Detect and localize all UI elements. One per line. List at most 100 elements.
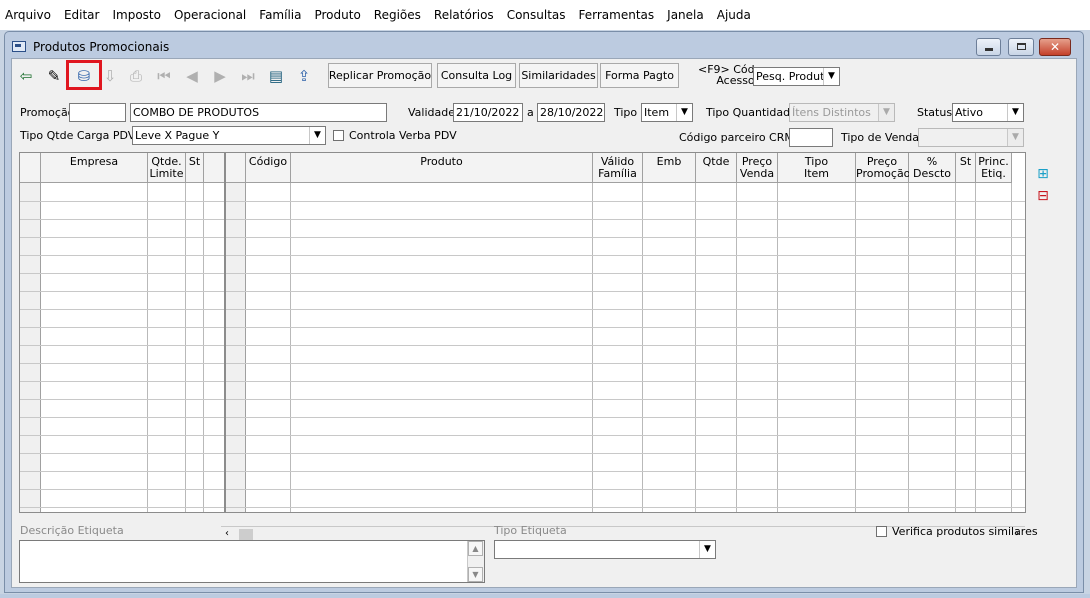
table-row xyxy=(226,435,1025,436)
chevron-down-icon[interactable]: ▼ xyxy=(823,68,839,85)
next-record-icon: ▶ xyxy=(214,66,226,85)
menu-produto[interactable]: Produto xyxy=(314,8,360,22)
minimize-button[interactable] xyxy=(976,38,1001,56)
previous-record-icon: ◀ xyxy=(186,66,198,85)
add-row-icon[interactable]: ⊞ xyxy=(1032,163,1054,185)
menu-janela[interactable]: Janela xyxy=(667,8,704,22)
princ-etiq-column xyxy=(976,183,1012,512)
exit-door-icon: ⇦ xyxy=(19,66,33,85)
promocao-description-input[interactable]: COMBO DE PRODUTOS xyxy=(130,103,387,122)
scroll-up-icon[interactable]: ▲ xyxy=(468,541,483,556)
download-button[interactable]: ⇩ xyxy=(98,63,122,88)
tipo-etiqueta-combo[interactable]: ▼ xyxy=(494,540,716,559)
print-button[interactable]: ⎙ xyxy=(124,63,148,88)
remove-row-icon[interactable]: ⊟ xyxy=(1032,185,1054,207)
close-button[interactable]: ✕ xyxy=(1039,38,1071,56)
menu-arquivo[interactable]: Arquivo xyxy=(5,8,51,22)
scroll-left-icon[interactable]: ‹ xyxy=(225,528,229,539)
menu-familia[interactable]: Família xyxy=(259,8,301,22)
status-combo[interactable]: Ativo ▼ xyxy=(952,103,1024,122)
column-header-princ-etiq[interactable]: Princ. Etiq. xyxy=(976,153,1012,183)
menu-ferramentas[interactable]: Ferramentas xyxy=(579,8,655,22)
empresa-grid[interactable]: Empresa Qtde. Limite St xyxy=(19,152,225,513)
validade-to-input[interactable]: 28/10/2022 xyxy=(537,103,605,122)
table-row xyxy=(20,201,224,202)
preco-venda-column xyxy=(737,183,778,512)
column-header-produto[interactable]: Produto xyxy=(291,153,593,183)
maximize-button[interactable] xyxy=(1008,38,1034,56)
column-header-emb[interactable]: Emb xyxy=(643,153,696,183)
tipo-qtde-carga-label: Tipo Qtde Carga PDV xyxy=(20,129,136,142)
replicar-promocao-button[interactable]: Replicar Promoção xyxy=(328,63,432,88)
column-header-tipo-item[interactable]: Tipo Item xyxy=(778,153,856,183)
list-button[interactable]: ▤ xyxy=(264,63,288,88)
column-header-valido-familia[interactable]: Válido Família xyxy=(593,153,643,183)
edit-button[interactable]: ✎ xyxy=(42,63,66,88)
table-row xyxy=(226,381,1025,382)
table-row xyxy=(226,417,1025,418)
column-header-preco-promocao[interactable]: Preço Promoção xyxy=(856,153,910,183)
tipo-quantidade-combo: Ítens Distintos ▼ xyxy=(789,103,895,122)
table-row xyxy=(20,327,224,328)
table-row xyxy=(20,309,224,310)
table-row xyxy=(226,201,1025,202)
table-row xyxy=(20,435,224,436)
validade-from-input[interactable]: 21/10/2022 xyxy=(453,103,523,122)
menu-relatorios[interactable]: Relatórios xyxy=(434,8,494,22)
column-header-st[interactable]: St xyxy=(956,153,976,183)
status-label: Status xyxy=(917,106,953,119)
tipo-de-venda-label: Tipo de Venda xyxy=(841,131,920,144)
textarea-scrollbar[interactable]: ▲ ▼ xyxy=(467,541,484,582)
menu-editar[interactable]: Editar xyxy=(64,8,100,22)
tipo-combo[interactable]: Item ▼ xyxy=(641,103,693,122)
forma-pagto-button[interactable]: Forma Pagto xyxy=(600,63,679,88)
chevron-down-icon[interactable]: ▼ xyxy=(1007,104,1023,121)
scroll-down-icon[interactable]: ▼ xyxy=(468,567,483,582)
verifica-produtos-similares-checkbox[interactable] xyxy=(876,526,887,537)
menu-imposto[interactable]: Imposto xyxy=(112,8,161,22)
consulta-log-button[interactable]: Consulta Log xyxy=(437,63,516,88)
promocao-code-input[interactable] xyxy=(69,103,126,122)
column-header-extra xyxy=(204,153,224,183)
row-indicator-column xyxy=(20,183,41,512)
column-header-qtde-limite[interactable]: Qtde. Limite xyxy=(148,153,186,183)
menu-regioes[interactable]: Regiões xyxy=(374,8,421,22)
descricao-etiqueta-textarea[interactable]: ▲ ▼ xyxy=(19,540,485,583)
pesq-produto-combo[interactable]: Pesq. Produtc ▼ xyxy=(753,67,840,86)
table-row xyxy=(20,453,224,454)
menu-ajuda[interactable]: Ajuda xyxy=(717,8,751,22)
column-header-codigo[interactable]: Código xyxy=(246,153,291,183)
title-bar[interactable]: Produtos Promocionais ✕ xyxy=(5,32,1083,58)
previous-record-button[interactable]: ◀ xyxy=(180,63,204,88)
table-row xyxy=(226,273,1025,274)
controla-verba-checkbox[interactable] xyxy=(333,130,344,141)
column-header-empresa[interactable]: Empresa xyxy=(41,153,148,183)
chevron-down-icon[interactable]: ▼ xyxy=(676,104,692,121)
exit-button[interactable]: ⇦ xyxy=(14,63,38,88)
chevron-down-icon[interactable]: ▼ xyxy=(309,127,325,144)
qtde-column xyxy=(696,183,737,512)
codigo-parceiro-crm-input[interactable] xyxy=(789,128,833,147)
similaridades-button[interactable]: Similaridades xyxy=(519,63,598,88)
column-header-preco-venda[interactable]: Preço Venda xyxy=(737,153,778,183)
produto-grid[interactable]: Código Produto Válido Família Emb Qtde P… xyxy=(225,152,1026,513)
table-row xyxy=(20,489,224,490)
upload-button[interactable]: ⇪ xyxy=(292,63,316,88)
next-record-button[interactable]: ▶ xyxy=(208,63,232,88)
first-record-button[interactable]: ⏮ xyxy=(152,63,176,88)
last-record-button[interactable]: ⏭ xyxy=(236,63,260,88)
menu-bar: Arquivo Editar Imposto Operacional Famíl… xyxy=(0,0,1090,30)
column-header-qtde[interactable]: Qtde xyxy=(696,153,737,183)
table-row xyxy=(20,417,224,418)
valido-familia-column xyxy=(593,183,643,512)
menu-operacional[interactable]: Operacional xyxy=(174,8,246,22)
menu-consultas[interactable]: Consultas xyxy=(507,8,566,22)
tipo-qtde-carga-combo[interactable]: Leve X Pague Y ▼ xyxy=(132,126,326,145)
chevron-down-icon[interactable]: ▼ xyxy=(699,541,715,558)
table-row xyxy=(226,219,1025,220)
grid-row-header xyxy=(20,153,41,183)
column-header-st[interactable]: St xyxy=(186,153,204,183)
table-row xyxy=(226,471,1025,472)
column-header-descto[interactable]: % Descto xyxy=(909,153,956,183)
table-row xyxy=(20,399,224,400)
